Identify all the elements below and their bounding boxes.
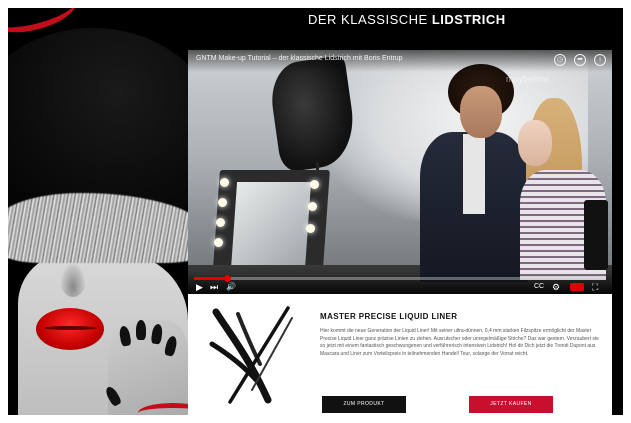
mirror-bulb bbox=[308, 202, 317, 211]
captions-icon[interactable]: CC bbox=[534, 282, 544, 292]
product-title: MASTER PRECISE LIQUID LINER bbox=[320, 312, 458, 321]
buy-now-button[interactable]: JETZT KAUFEN bbox=[469, 396, 553, 413]
model-profile bbox=[518, 120, 552, 166]
page-title: DER KLASSISCHE LIDSTRICH bbox=[308, 12, 506, 27]
mirror-bulb bbox=[310, 180, 319, 189]
video-player[interactable]: GNTM Make-up Tutorial – der klassische L… bbox=[188, 50, 612, 294]
share-icon[interactable]: ➦ bbox=[574, 54, 586, 66]
black-nail bbox=[136, 320, 146, 340]
mirror-bulb bbox=[214, 238, 223, 247]
hero-fashion-image bbox=[8, 8, 191, 415]
video-title[interactable]: GNTM Make-up Tutorial – der klassische L… bbox=[196, 55, 403, 62]
page-frame: DER KLASSISCHE LIDSTRICH GNTM Make-up Tu… bbox=[8, 8, 623, 415]
fur-brim bbox=[8, 193, 191, 263]
clock-icon[interactable]: ◷ bbox=[554, 54, 566, 66]
product-panel: MASTER PRECISE LIQUID LINER Hier kommt d… bbox=[188, 294, 612, 415]
studio-chair bbox=[584, 200, 608, 270]
mirror-glass bbox=[230, 182, 312, 270]
product-description: Hier kommt die neue Generation der Liqui… bbox=[320, 328, 599, 357]
mirror-bulb bbox=[216, 218, 225, 227]
info-icon[interactable]: i bbox=[594, 54, 606, 66]
progress-bar[interactable] bbox=[194, 275, 606, 282]
video-top-actions: ◷ ➦ i bbox=[554, 54, 606, 66]
settings-icon[interactable]: ⚙ bbox=[552, 282, 560, 292]
eyeliner-stroke-artwork bbox=[209, 306, 293, 404]
youtube-logo-icon[interactable] bbox=[570, 283, 584, 291]
model-nose bbox=[60, 263, 86, 297]
mirror-bulb bbox=[220, 178, 229, 187]
play-icon[interactable]: ▶ bbox=[196, 282, 203, 292]
progress-fill bbox=[194, 277, 227, 280]
video-watermark: maybelline bbox=[506, 74, 550, 84]
page-title-bold: LIDSTRICH bbox=[431, 12, 506, 27]
volume-icon[interactable]: 🔊 bbox=[226, 282, 236, 292]
lips-parting bbox=[44, 326, 96, 330]
mirror-bulb bbox=[306, 224, 315, 233]
video-frame bbox=[188, 50, 612, 294]
makeup-artist-face bbox=[460, 86, 502, 138]
fullscreen-icon[interactable]: ⛶ bbox=[592, 282, 598, 292]
page-title-light: DER KLASSISCHE bbox=[308, 12, 428, 27]
makeup-artist-shirt bbox=[463, 134, 485, 214]
to-product-button[interactable]: ZUM PRODUKT bbox=[322, 396, 406, 413]
mirror-bulb bbox=[218, 198, 227, 207]
progress-scrubber[interactable] bbox=[223, 275, 231, 282]
video-controls: ▶ ⏭ 🔊 CC ⚙ ⛶ bbox=[188, 274, 612, 294]
next-icon[interactable]: ⏭ bbox=[210, 282, 218, 292]
